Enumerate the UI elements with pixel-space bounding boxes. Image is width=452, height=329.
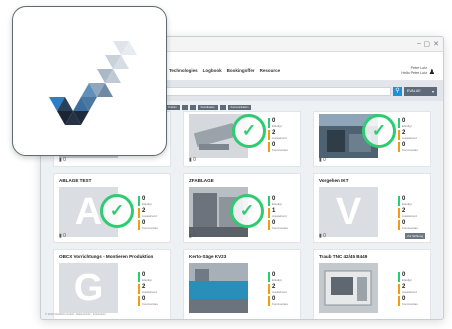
card-thumbnail xyxy=(189,263,248,313)
stat-open: 2 Ausstehend xyxy=(398,284,428,294)
footer: © 2019 Checkbox GmbH · Datenschutz · Imp… xyxy=(45,313,106,316)
nav-link[interactable]: Logbook xyxy=(203,68,222,73)
checklist-card[interactable]: ✓ 0 Erledigt 2 Ausstehend 0 Kommentare ▮ 0 xyxy=(183,111,301,167)
close-icon[interactable]: ✕ xyxy=(433,40,439,48)
comment-count: ▮ 0 xyxy=(59,157,66,163)
nav-link[interactable]: Resource xyxy=(260,68,281,73)
stat-open: 2 Ausstehend xyxy=(398,130,428,140)
stat-comments: 0 Kommentare xyxy=(138,296,168,306)
stat-done: 0 Erledigt xyxy=(268,118,298,128)
filter-chip[interactable]: Koordinaten xyxy=(197,105,218,110)
saw-photo xyxy=(189,263,248,313)
filter-chip[interactable] xyxy=(181,105,188,110)
card-stats: 0 Erledigt 2 Ausstehend 0 Kommentare xyxy=(398,118,428,154)
stat-open: 2 Ausstehend xyxy=(398,208,428,218)
card-stats: 0 Erledigt 2 Ausstehend 0 Kommentare xyxy=(268,118,298,154)
dropdown-label: EVALUE xyxy=(407,89,421,93)
comment-count: ▮ 0 xyxy=(189,157,196,163)
card-stats: 0 Erledigt 1 Ausstehend 0 Kommentare xyxy=(268,196,298,232)
checklist-card[interactable]: ABLAGE TEST A ✓ 0 Erledigt 2 Ausstehend 0K… xyxy=(53,173,171,243)
nav-links: Technologies Logbook Bookingoffer Resour… xyxy=(169,68,280,73)
stat-comments: 0 Kommentare xyxy=(268,220,298,230)
chevron-down-icon: ▾ xyxy=(431,89,434,94)
user-greeting: Hello Peter Lutz xyxy=(401,71,427,75)
card-thumbnail: G xyxy=(59,263,118,313)
stat-done: 0 Erledigt xyxy=(268,196,298,206)
card-stats: 0 Erledigt 2 Ausstehend 0 Kommentare xyxy=(398,196,428,232)
maximize-icon[interactable]: ▢ xyxy=(423,40,430,48)
card-stats: 0 Erledigt 2 Ausstehend 0 Kommentare xyxy=(138,272,168,308)
card-stats: 0 Erledigt 2 Ausstehend 0 Kommentare xyxy=(268,272,298,308)
nav-link[interactable]: Bookingoffer xyxy=(227,68,255,73)
stat-comments: 0 Kommentare xyxy=(398,296,428,306)
stat-comments: 0 Kommentare xyxy=(138,220,168,230)
check-icon: ✓ xyxy=(230,194,264,228)
card-stats: 0 Erledigt 2 Ausstehend 0 Kommentare xyxy=(398,272,428,308)
search-icon: ⚲ xyxy=(395,88,400,94)
stat-open: 2 Ausstehend xyxy=(268,130,298,140)
stat-open: 1 Ausstehend xyxy=(268,208,298,218)
card-title: Vorgehen IKT xyxy=(319,178,349,183)
stat-open: 2 Ausstehend xyxy=(138,208,168,218)
filter-chip[interactable]: Drehen xyxy=(165,105,180,110)
stat-done: 0 Erledigt xyxy=(398,196,428,206)
checklist-card[interactable]: Vorgehen IKT V 0 Erledigt 2 Ausstehend 0 Ko… xyxy=(313,173,431,243)
search-input[interactable] xyxy=(159,87,391,96)
card-thumbnail xyxy=(319,263,378,313)
card-title: Kerto-Säge KV23 xyxy=(189,254,227,259)
stat-done: 0 Erledigt xyxy=(268,272,298,282)
app-logo-tile xyxy=(12,6,167,156)
checklist-card[interactable]: OBCX Vorrichtungs - Montieren Produktion… xyxy=(53,249,171,319)
stat-comments: 0 Kommentare xyxy=(268,296,298,306)
stat-done: 0 Erledigt xyxy=(138,196,168,206)
nav-link[interactable]: Technologies xyxy=(169,68,198,73)
comment-count: ▮ 0 xyxy=(319,233,326,239)
card-stats: 0 Erledigt 2 Ausstehend 0 Kommentare xyxy=(138,196,168,232)
stat-done: 0 Erledigt xyxy=(398,272,428,282)
check-icon: ✓ xyxy=(362,114,396,148)
comment-count: ▮ 0 xyxy=(59,233,66,239)
card-letter: V xyxy=(335,191,362,233)
check-icon: ✓ xyxy=(232,114,266,148)
stat-comments: 0 Kommentare xyxy=(398,220,428,230)
stat-open: 2 Ausstehend xyxy=(268,284,298,294)
stat-open: 2 Ausstehend xyxy=(138,284,168,294)
stat-comments: 0 Kommentare xyxy=(398,142,428,152)
checklist-card[interactable]: ZFABLAGE ✓ 0 Erledigt 1 Ausstehend 0 Kommen… xyxy=(183,173,301,243)
checklist-card[interactable]: ✓ 0 Erledigt 2 Ausstehend 0 Kommentare ▮ 0 xyxy=(313,111,431,167)
checklist-card[interactable]: Traub TNC 42/45 B449 0 Erledigt 2 Ausstehe… xyxy=(313,249,431,319)
stat-done: 0 Erledigt xyxy=(398,118,428,128)
lathe-photo xyxy=(319,263,378,313)
stat-comments: 0 Kommentare xyxy=(268,142,298,152)
comment-count: ▮ 0 xyxy=(319,157,326,163)
comment-count: ▮ 0 xyxy=(189,233,196,239)
check-icon: ✓ xyxy=(100,194,134,228)
checklist-card[interactable]: Kerto-Säge KV23 0 Erledigt 2 Ausstehend 0K… xyxy=(183,249,301,319)
card-letter: G xyxy=(73,267,104,309)
card-title: Traub TNC 42/45 B449 xyxy=(319,254,368,259)
user-icon[interactable]: ♟ xyxy=(429,68,435,76)
filter-chip[interactable]: Kommunikation xyxy=(227,105,252,110)
review-tag-button[interactable]: Zur Sichtung xyxy=(405,233,425,239)
user-info[interactable]: Peter Lutz Hello Peter Lutz xyxy=(401,66,427,76)
minimize-icon[interactable]: – xyxy=(417,40,421,47)
search-button[interactable]: ⚲ xyxy=(393,87,402,96)
card-title: ZFABLAGE xyxy=(189,178,214,183)
view-dropdown[interactable]: EVALUE ▾ xyxy=(404,87,437,96)
card-title: ABLAGE TEST xyxy=(59,178,92,183)
card-title: OBCX Vorrichtungs - Montieren Produktion xyxy=(59,254,154,259)
filter-chip[interactable] xyxy=(189,105,196,110)
filter-chip[interactable] xyxy=(219,105,226,110)
stat-done: 0 Erledigt xyxy=(138,272,168,282)
card-thumbnail: V xyxy=(319,187,378,237)
checkmark-logo-icon xyxy=(49,41,137,125)
